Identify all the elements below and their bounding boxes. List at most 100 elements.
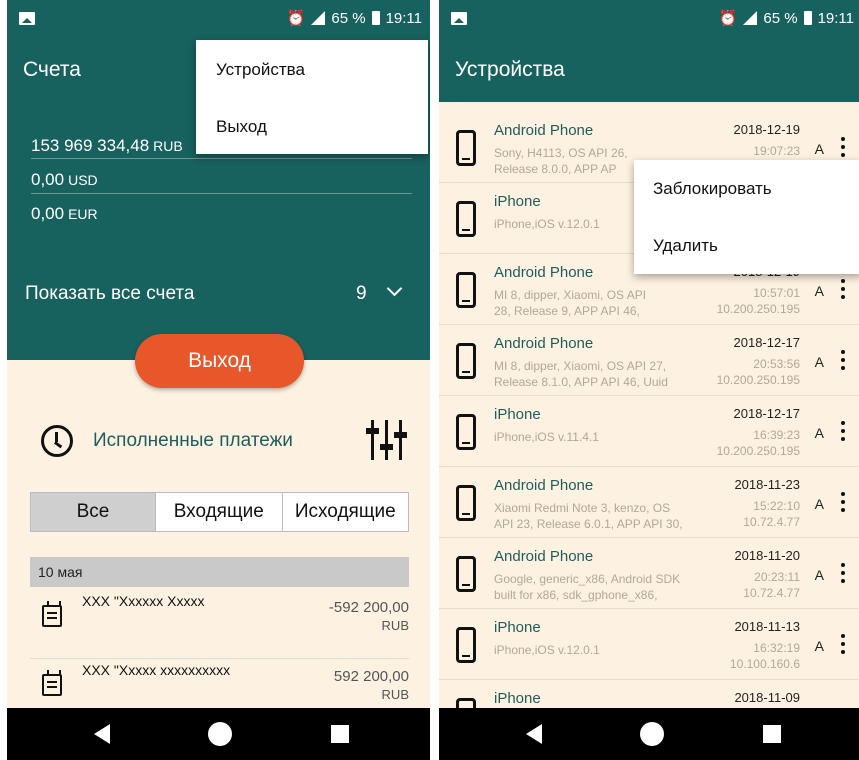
balance-amount: 153 969 334,48	[31, 136, 150, 155]
image-notification-icon	[451, 12, 467, 25]
recent-apps-icon[interactable]	[763, 725, 781, 743]
balance-currency: USD	[68, 172, 98, 188]
device-context-menu: Заблокировать Удалить	[634, 160, 859, 274]
device-details: MI 8, dipper, Xiaomi, OS API 28, Release…	[494, 288, 647, 318]
home-icon[interactable]	[640, 722, 664, 746]
device-time: 10:57:01	[753, 286, 800, 300]
more-vert-icon[interactable]	[841, 492, 845, 512]
more-vert-icon[interactable]	[841, 563, 845, 583]
balance-eur[interactable]: 0,00 EUR	[31, 204, 98, 224]
menu-item-delete[interactable]: Удалить	[653, 236, 718, 256]
home-icon[interactable]	[208, 722, 232, 746]
device-date: 2018-12-17	[733, 335, 801, 350]
device-name: iPhone	[494, 619, 541, 636]
more-vert-icon[interactable]	[841, 350, 845, 370]
device-ip: 10.100.160.6	[729, 657, 800, 671]
device-row[interactable]: Android Phone Google, generic_x86, Andro…	[439, 539, 859, 609]
date-header: 10 мая	[30, 557, 409, 587]
payments-tabs: Все Входящие Исходящие	[30, 492, 409, 532]
filter-sliders-icon[interactable]	[365, 420, 409, 460]
device-name: Android Phone	[494, 477, 594, 494]
app-bar: Устройства	[439, 38, 859, 102]
device-ip: 10.200.250.195	[716, 302, 800, 316]
status-bar: ⏰ 65 % 19:11	[439, 0, 859, 38]
phone-icon	[456, 272, 476, 308]
exit-button[interactable]: Выход	[135, 334, 304, 388]
device-ip: 10.72.4.77	[743, 586, 800, 600]
device-row[interactable]: Android Phone Xiaomi Redmi Note 3, kenzo…	[439, 468, 859, 538]
tab-all[interactable]: Все	[31, 493, 156, 531]
calendar-icon	[42, 670, 62, 696]
devices-screen: ⏰ 65 % 19:11 Устройства Android Phone So…	[439, 0, 859, 760]
more-vert-icon[interactable]	[841, 279, 845, 299]
page-title: Счета	[23, 58, 81, 81]
device-details: Sony, H4113, OS API 26, Release 8.0.0, A…	[494, 146, 628, 176]
more-vert-icon[interactable]	[841, 634, 845, 654]
transaction-row[interactable]: ХХХ "Хххххх Ххххх -592 200,00 RUB	[30, 593, 409, 659]
recent-apps-icon[interactable]	[331, 725, 349, 743]
device-time: 19:07:23	[753, 144, 800, 158]
device-name: iPhone	[494, 406, 541, 423]
device-date: 2018-11-13	[734, 619, 800, 634]
device-flag: A	[814, 425, 824, 441]
show-all-accounts-link[interactable]: Показать все счета	[25, 283, 194, 305]
tab-outgoing[interactable]: Исходящие	[283, 493, 409, 531]
status-time: 19:11	[385, 9, 422, 27]
menu-item-devices[interactable]: Устройства	[216, 60, 305, 80]
back-icon[interactable]	[526, 724, 542, 744]
device-details: Google, generic_x86, Android SDK built f…	[494, 572, 681, 602]
device-row[interactable]: iPhone 2018-11-09	[439, 681, 859, 708]
battery-icon	[371, 11, 380, 25]
device-flag: A	[814, 567, 824, 583]
balance-currency: RUB	[153, 138, 183, 154]
balance-amount: 0,00	[31, 204, 65, 223]
menu-item-exit[interactable]: Выход	[216, 117, 267, 137]
device-name: Android Phone	[494, 264, 594, 281]
phone-icon	[456, 201, 476, 237]
device-name: Android Phone	[494, 122, 594, 139]
image-notification-icon	[19, 12, 35, 25]
overflow-menu: Устройства Выход	[196, 40, 428, 154]
payments-title: Исполненные платежи	[93, 430, 293, 451]
device-details: MI 8, dipper, Xiaomi, OS API 27, Release…	[494, 359, 668, 389]
status-time: 19:11	[817, 9, 854, 27]
device-row[interactable]: iPhone iPhone,iOS v.12.0.1 2018-11-13 16…	[439, 610, 859, 680]
device-row[interactable]: iPhone iPhone,iOS v.11.4.1 2018-12-17 16…	[439, 397, 859, 467]
device-time: 16:39:23	[753, 428, 800, 442]
alarm-icon: ⏰	[718, 10, 738, 27]
divider	[30, 658, 409, 659]
device-time: 20:23:11	[754, 570, 800, 584]
device-details: Xiaomi Redmi Note 3, kenzo, OS API 23, R…	[494, 501, 683, 531]
balance-rub[interactable]: 153 969 334,48 RUB	[31, 136, 183, 156]
device-ip: 10.200.250.195	[716, 444, 800, 458]
phone-icon	[456, 130, 476, 166]
balance-usd[interactable]: 0,00 USD	[31, 170, 98, 190]
transaction-currency: RUB	[381, 618, 409, 633]
device-name: iPhone	[494, 193, 541, 210]
phone-icon	[456, 556, 476, 592]
chevron-down-icon[interactable]	[386, 280, 403, 297]
device-ip: 10.72.4.77	[743, 515, 800, 529]
transaction-name: ХХХ "Ххххх хххххххххх	[82, 662, 231, 678]
device-flag: A	[814, 354, 824, 370]
balance-amount: 0,00	[31, 170, 65, 189]
divider	[31, 193, 412, 194]
tab-incoming[interactable]: Входящие	[156, 493, 283, 531]
more-vert-icon[interactable]	[841, 421, 845, 441]
signal-icon	[311, 11, 326, 25]
device-time: 16:32:19	[753, 641, 800, 655]
device-date: 2018-11-09	[734, 690, 800, 705]
battery-percent: 65 %	[763, 9, 798, 27]
device-date: 2018-11-23	[734, 477, 800, 492]
alarm-icon: ⏰	[286, 10, 306, 27]
more-vert-icon[interactable]	[841, 137, 845, 157]
transaction-amount: -592 200,00	[328, 599, 409, 616]
phone-icon	[456, 698, 476, 708]
device-row[interactable]: Android Phone MI 8, dipper, Xiaomi, OS A…	[439, 326, 859, 396]
device-flag: A	[814, 283, 824, 299]
device-name: Android Phone	[494, 548, 594, 565]
page-title: Устройства	[455, 58, 565, 81]
back-icon[interactable]	[94, 724, 110, 744]
navigation-bar	[439, 708, 859, 760]
menu-item-block[interactable]: Заблокировать	[653, 179, 772, 199]
